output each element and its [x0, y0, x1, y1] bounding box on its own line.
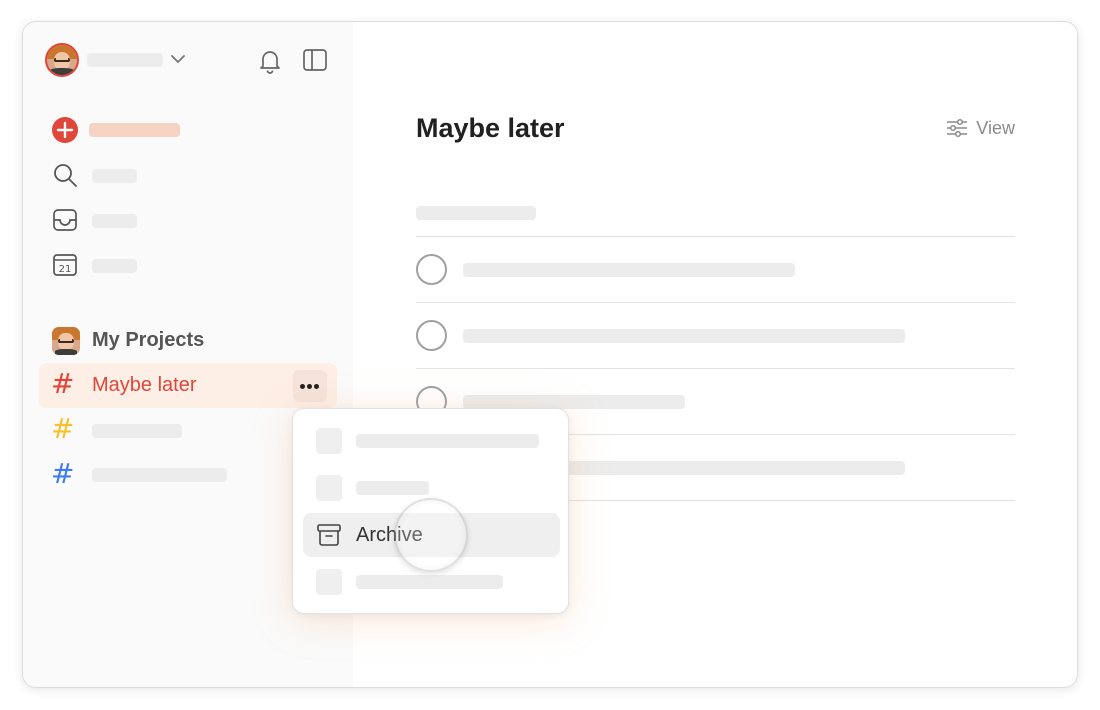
divider: [416, 302, 1015, 303]
user-name-placeholder[interactable]: [87, 53, 163, 67]
sidebar-toggle-icon[interactable]: [302, 48, 328, 72]
chevron-down-icon[interactable]: [169, 52, 187, 66]
add-task-label-placeholder: [89, 123, 180, 137]
divider: [416, 236, 1015, 237]
menu-item-icon-placeholder: [316, 428, 342, 454]
sliders-icon: [946, 118, 968, 138]
inbox-label-placeholder: [92, 214, 137, 228]
task-title-placeholder[interactable]: [463, 263, 795, 277]
search-label-placeholder: [92, 169, 137, 183]
task-title-placeholder[interactable]: [463, 329, 905, 343]
today-label-placeholder: [92, 259, 137, 273]
task-checkbox[interactable]: [416, 254, 447, 285]
cursor-click-indicator: [394, 498, 468, 572]
svg-text:21: 21: [59, 264, 72, 275]
divider: [416, 368, 1015, 369]
my-projects-heading[interactable]: My Projects: [92, 329, 204, 352]
view-button[interactable]: View: [946, 116, 1015, 140]
inbox-icon: [52, 207, 78, 233]
hash-icon: #: [51, 457, 75, 490]
user-avatar[interactable]: [45, 43, 79, 77]
task-checkbox[interactable]: [416, 320, 447, 351]
project-label: Maybe later: [92, 374, 197, 396]
inbox-item[interactable]: [39, 197, 337, 241]
more-options-button[interactable]: [293, 370, 327, 402]
archive-box-icon: [316, 523, 342, 547]
projects-avatar: [52, 327, 80, 355]
bell-icon[interactable]: [258, 48, 282, 74]
menu-item[interactable]: [303, 419, 560, 463]
menu-item-icon-placeholder: [316, 475, 342, 501]
search-icon: [52, 162, 78, 188]
search-item[interactable]: [39, 152, 337, 196]
section-header-placeholder: [416, 206, 536, 220]
plus-circle-icon: [51, 116, 79, 144]
add-task-item[interactable]: [39, 107, 337, 151]
menu-item-icon-placeholder: [316, 569, 342, 595]
page-title: Maybe later: [416, 113, 565, 143]
hash-icon: #: [51, 412, 75, 445]
menu-item-label-placeholder: [356, 434, 539, 448]
today-item[interactable]: 21: [39, 242, 337, 286]
project-item-maybe-later[interactable]: # Maybe later: [39, 363, 337, 408]
calendar-icon: 21: [52, 252, 78, 278]
project-label-placeholder: [92, 424, 182, 438]
hash-icon: #: [51, 367, 75, 400]
menu-item-label-placeholder: [356, 575, 503, 589]
menu-item-label-placeholder: [356, 481, 429, 495]
task-title-placeholder[interactable]: [463, 395, 685, 409]
view-label: View: [976, 117, 1015, 138]
project-label-placeholder: [92, 468, 227, 482]
